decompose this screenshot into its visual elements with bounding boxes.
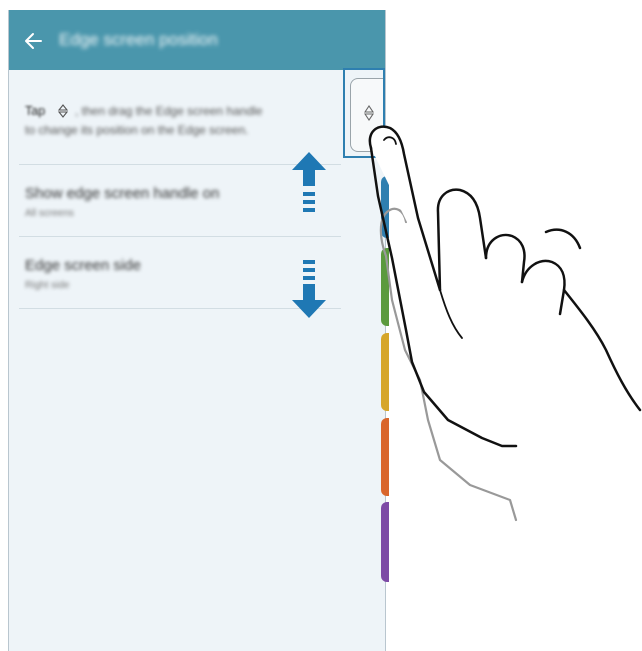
settings-list: Tap , then drag the Edge screen handle t… xyxy=(9,70,385,651)
illustration-stage: Edge screen position Tap , then drag the… xyxy=(0,0,642,651)
divider xyxy=(19,236,341,237)
edge-panel-tab[interactable] xyxy=(381,248,389,326)
setting-title: Show edge screen handle on xyxy=(25,185,220,202)
edge-panel-tab[interactable] xyxy=(381,176,389,238)
up-down-handle-icon xyxy=(57,104,69,118)
phone-screen: Edge screen position Tap , then drag the… xyxy=(8,10,386,651)
arrow-left-icon[interactable] xyxy=(21,29,45,53)
arrow-up-icon xyxy=(292,152,326,212)
edge-panel-tab[interactable] xyxy=(381,502,389,582)
description-line2: to change its position on the Edge scree… xyxy=(25,123,249,137)
setting-subtitle: Right side xyxy=(25,280,70,291)
description-line1: , then drag the Edge screen handle xyxy=(75,104,263,118)
handle-highlight-box xyxy=(343,68,385,158)
app-title: Edge screen position xyxy=(59,30,218,49)
edge-panel-tab[interactable] xyxy=(381,418,389,496)
app-bar: Edge screen position xyxy=(9,10,385,70)
setting-subtitle: All screens xyxy=(25,208,74,219)
setting-title: Edge screen side xyxy=(25,257,141,274)
description-tap-word: Tap xyxy=(25,104,46,118)
arrow-down-icon xyxy=(292,260,326,318)
edge-panel-tab[interactable] xyxy=(381,333,389,411)
